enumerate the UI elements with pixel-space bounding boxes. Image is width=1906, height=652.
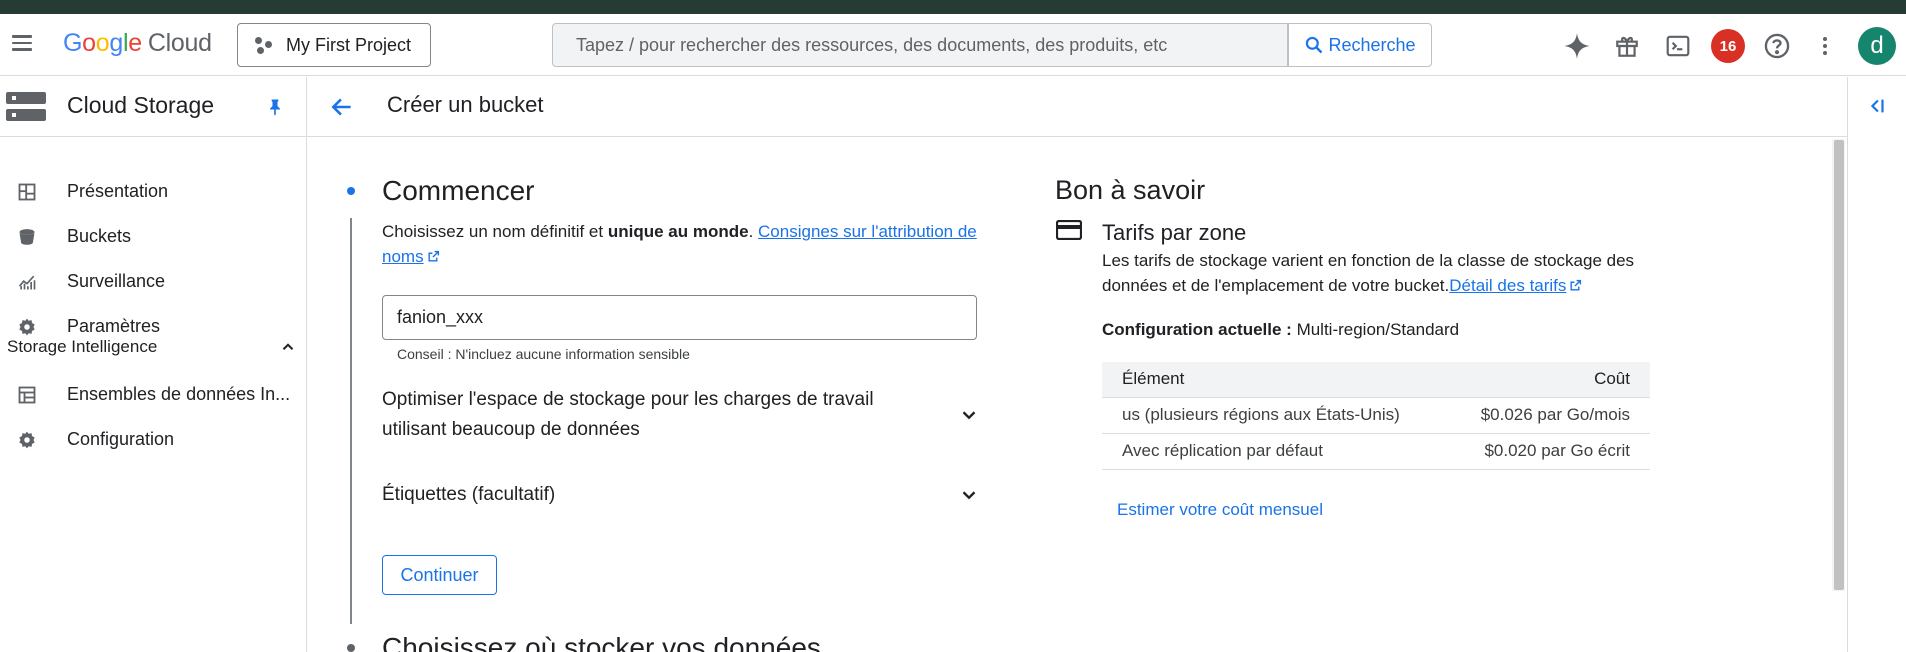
table-cell-cost: $0.020 par Go écrit xyxy=(1445,433,1650,470)
sidebar-item-label: Configuration xyxy=(67,429,175,449)
google-cloud-logo[interactable]: Google Cloud xyxy=(63,29,212,58)
collapse-panel-icon[interactable] xyxy=(1866,95,1888,117)
estimate-monthly-cost-link[interactable]: Estimer votre coût mensuel xyxy=(1117,500,1323,520)
notifications-badge[interactable]: 16 xyxy=(1711,29,1745,63)
labels-expander[interactable]: Étiquettes (facultatif) xyxy=(382,480,982,510)
menu-icon[interactable] xyxy=(10,31,34,55)
continue-button[interactable]: Continuer xyxy=(382,555,497,595)
settings-icon xyxy=(15,428,39,452)
intro-text: Choisissez un nom définitif et xyxy=(382,222,608,241)
cloud-shell-icon[interactable] xyxy=(1663,31,1693,61)
pricing-description: Les tarifs de stockage varient en foncti… xyxy=(1102,248,1662,298)
external-link-icon xyxy=(428,250,439,262)
config-value: Multi-region/Standard xyxy=(1296,320,1460,339)
external-link-icon xyxy=(1570,279,1582,291)
sidebar-item-surveillance[interactable]: Surveillance xyxy=(0,259,306,304)
link-label: Détail des tarifs xyxy=(1449,276,1567,295)
table-row: Avec réplication par défaut $0.020 par G… xyxy=(1102,433,1650,470)
table-cell-element: Avec réplication par défaut xyxy=(1102,433,1446,470)
bucket-name-input[interactable] xyxy=(382,295,977,340)
page-header: Créer un bucket xyxy=(307,77,1847,137)
logo-cloud-text: Cloud xyxy=(147,29,212,57)
account-avatar[interactable]: d xyxy=(1858,27,1896,65)
sidebar-item-label: Buckets xyxy=(67,226,132,246)
bucket-name-hint: Conseil : N'incluez aucune information s… xyxy=(397,346,690,362)
expander-label: Étiquettes (facultatif) xyxy=(382,484,556,505)
credit-card-icon xyxy=(1056,220,1082,240)
sidebar-item-presentation[interactable]: Présentation xyxy=(0,169,306,214)
monitoring-icon xyxy=(15,270,39,294)
step-title: Commencer xyxy=(382,175,535,206)
gemini-spark-icon[interactable] xyxy=(1562,31,1592,61)
info-panel-title: Bon à savoir xyxy=(1055,175,1206,205)
search-button-label: Recherche xyxy=(1328,34,1416,55)
step-indicator-next xyxy=(347,644,355,652)
logo-google-text: Google xyxy=(63,29,142,57)
sidebar-item-label: Ensembles de données In... xyxy=(67,384,291,404)
step-indicator-active xyxy=(347,187,355,195)
bucket-icon xyxy=(15,225,39,249)
search-icon xyxy=(1306,36,1323,54)
more-vert-icon[interactable] xyxy=(1810,31,1840,61)
stepper-line xyxy=(350,218,352,624)
sidebar-item-datasets[interactable]: Ensembles de données In... xyxy=(0,372,306,417)
intro-text-separator: . xyxy=(748,222,759,241)
right-rail xyxy=(1847,77,1906,652)
sidebar-header: Cloud Storage xyxy=(0,77,306,137)
settings-icon xyxy=(15,315,39,339)
sidebar-item-label: Surveillance xyxy=(67,271,166,291)
back-arrow-icon[interactable] xyxy=(329,94,355,120)
browser-top-strip xyxy=(0,0,1906,14)
dashboard-icon xyxy=(15,180,39,204)
project-icon xyxy=(254,35,274,55)
pricing-table: Élément Coût us (plusieurs régions aux É… xyxy=(1102,362,1650,470)
search-button[interactable]: Recherche xyxy=(1288,23,1432,67)
intro-bold-text: unique au monde xyxy=(607,222,749,241)
sidebar-item-configuration[interactable]: Configuration xyxy=(0,417,306,462)
chevron-down-icon xyxy=(962,411,976,420)
product-sidebar: Cloud Storage Présentation Buckets Surve… xyxy=(0,77,307,652)
gift-icon[interactable] xyxy=(1612,31,1642,61)
page-title: Créer un bucket xyxy=(387,92,544,117)
table-cell-cost: $0.026 par Go/mois xyxy=(1445,397,1650,434)
project-name: My First Project xyxy=(286,34,412,55)
sidebar-section-storage-intelligence[interactable]: Storage Intelligence xyxy=(7,337,297,357)
expander-label: Optimiser l'espace de stockage pour les … xyxy=(382,389,874,440)
sidebar-section-label: Storage Intelligence xyxy=(7,337,158,356)
optimize-storage-expander[interactable]: Optimiser l'espace de stockage pour les … xyxy=(382,385,982,445)
column-header-cost: Coût xyxy=(1445,362,1650,398)
sidebar-item-label: Paramètres xyxy=(67,316,161,336)
table-header-row: Élément Coût xyxy=(1102,362,1650,398)
chevron-up-icon xyxy=(282,343,294,350)
search-input[interactable]: Tapez / pour rechercher des ressources, … xyxy=(552,23,1288,67)
project-picker-button[interactable]: My First Project xyxy=(237,23,431,67)
column-header-element: Élément xyxy=(1102,362,1446,398)
search-placeholder: Tapez / pour rechercher des ressources, … xyxy=(576,34,1168,55)
current-config: Configuration actuelle : Multi-region/St… xyxy=(1102,320,1459,340)
datasets-icon xyxy=(15,383,39,407)
chevron-down-icon xyxy=(962,491,976,500)
help-icon[interactable] xyxy=(1762,31,1792,61)
pin-icon[interactable] xyxy=(265,95,285,119)
pricing-title: Tarifs par zone xyxy=(1102,220,1247,245)
cloud-storage-icon xyxy=(6,92,46,122)
table-row: us (plusieurs régions aux États-Unis) $0… xyxy=(1102,397,1650,434)
pricing-details-link[interactable]: Détail des tarifs xyxy=(1449,276,1582,295)
step-title: Choisissez où stocker vos données xyxy=(382,632,821,652)
sidebar-product-name: Cloud Storage xyxy=(67,92,215,118)
top-header: Google Cloud My First Project Tapez / pou… xyxy=(0,14,1906,76)
scrollbar-thumb[interactable] xyxy=(1834,140,1844,590)
sidebar-item-buckets[interactable]: Buckets xyxy=(0,214,306,259)
config-label: Configuration actuelle : xyxy=(1102,320,1297,339)
naming-intro-text: Choisissez un nom définitif et unique au… xyxy=(382,219,982,269)
sidebar-item-label: Présentation xyxy=(67,181,169,201)
table-cell-element: us (plusieurs régions aux États-Unis) xyxy=(1102,397,1446,434)
